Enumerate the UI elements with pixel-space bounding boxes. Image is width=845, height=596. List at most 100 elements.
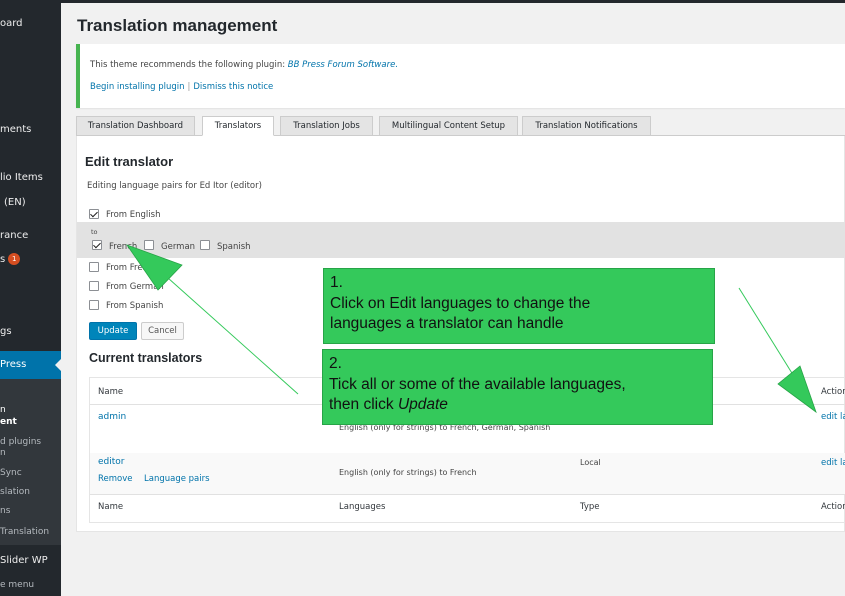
- edit-languages-link[interactable]: edit la: [821, 458, 845, 468]
- to-french-checkbox[interactable]: [92, 240, 102, 250]
- notice-text: This theme recommends the following plug…: [90, 60, 286, 70]
- tab-label: Translation Notifications: [535, 121, 638, 131]
- submenu-label: Translation: [0, 527, 50, 537]
- column-footer-name[interactable]: Name: [98, 502, 123, 512]
- from-english-label: From English: [106, 210, 161, 220]
- edit-languages-link[interactable]: edit la: [821, 412, 845, 422]
- to-languages-row: to French German Spanish: [77, 222, 845, 258]
- sidebar-item-label: Press: [0, 359, 27, 370]
- notice-links: Begin installing plugin | Dismiss this not…: [90, 82, 273, 92]
- tab-bar: Translation Dashboard Translators Transl…: [76, 116, 845, 136]
- column-header-name[interactable]: Name: [98, 387, 123, 397]
- sidebar-item-portfolio[interactable]: lio Items: [0, 172, 43, 183]
- from-spanish-label: From Spanish: [106, 301, 164, 311]
- from-german-label: From German: [106, 282, 164, 292]
- from-french-label: From French: [106, 263, 159, 273]
- dismiss-notice-link[interactable]: Dismiss this notice: [193, 82, 273, 92]
- column-footer-actions: Action: [821, 502, 845, 512]
- from-english-checkbox[interactable]: [89, 209, 99, 219]
- sidebar-item-settings[interactable]: gs: [0, 326, 12, 337]
- tab-multilingual-content-setup[interactable]: Multilingual Content Setup: [379, 116, 518, 136]
- submenu-item-translation-management[interactable]: n: [0, 405, 6, 415]
- admin-bar: [61, 0, 845, 3]
- current-translators-heading: Current translators: [89, 351, 203, 365]
- from-spanish-checkbox[interactable]: [89, 300, 99, 310]
- tab-translation-jobs[interactable]: Translation Jobs: [280, 116, 373, 136]
- callout-step-2-number: 2.: [329, 355, 342, 372]
- submenu-label: slation: [0, 487, 30, 497]
- update-count-badge: 1: [8, 253, 21, 265]
- sidebar-item-comments[interactable]: ments: [0, 124, 31, 135]
- language-pairs-link[interactable]: Language pairs: [144, 474, 210, 484]
- callout-step-2-line-1: Tick all or some of the available langua…: [329, 375, 626, 393]
- link-separator: |: [187, 82, 191, 92]
- submenu-item-sync[interactable]: Sync: [0, 468, 22, 478]
- from-french-checkbox[interactable]: [89, 262, 99, 272]
- sidebar-item-slider[interactable]: Slider WP: [0, 555, 48, 566]
- translator-type: Local: [580, 458, 601, 467]
- sidebar-item-label: gs: [0, 326, 12, 337]
- tab-label: Translation Jobs: [293, 121, 360, 131]
- begin-installing-link[interactable]: Begin installing plugin: [90, 82, 184, 92]
- submenu-item-plugins-2[interactable]: n: [0, 448, 6, 458]
- sidebar-item-label: s: [0, 254, 6, 265]
- submenu-label: Sync: [0, 468, 22, 478]
- notice-message: This theme recommends the following plug…: [90, 60, 398, 70]
- plugin-link[interactable]: BB Press Forum Software.: [288, 60, 398, 70]
- sidebar-item-label: rance: [0, 230, 29, 241]
- submenu-label: n: [0, 405, 6, 415]
- collapse-menu-button[interactable]: e menu: [0, 580, 34, 590]
- tab-label: Multilingual Content Setup: [391, 121, 506, 131]
- footer-divider: [90, 494, 845, 495]
- submenu-label: ns: [0, 506, 11, 516]
- update-button[interactable]: Update: [89, 322, 137, 340]
- submenu-item-options[interactable]: ns: [0, 506, 10, 516]
- submenu-item-translation-management-2[interactable]: ent: [0, 417, 17, 427]
- callout-step-1-line-2: languages a translator can handle: [330, 315, 564, 332]
- sidebar-item-label: e menu: [0, 580, 35, 590]
- sidebar-item-label: lio Items: [0, 172, 43, 183]
- remove-link[interactable]: Remove: [98, 474, 133, 484]
- tab-translation-dashboard[interactable]: Translation Dashboard: [76, 116, 195, 136]
- callout-step-2-line-2: then click Update: [329, 395, 706, 416]
- submenu-item-string-translation[interactable]: Translation: [0, 527, 49, 537]
- column-footer-type: Type: [580, 502, 600, 512]
- translator-name-link[interactable]: editor: [98, 457, 125, 467]
- sidebar-item-plugins[interactable]: s1: [0, 253, 21, 265]
- to-spanish-checkbox[interactable]: [200, 240, 210, 250]
- sidebar-item-dashboard[interactable]: oard: [0, 18, 23, 29]
- table-row: editor Remove Language pairs English (on…: [90, 453, 845, 494]
- callout-step-2: 2. Tick all or some of the available lan…: [322, 349, 713, 425]
- cancel-button[interactable]: Cancel: [141, 322, 184, 340]
- callout-step-1-number: 1.: [330, 274, 343, 291]
- translator-name-link[interactable]: admin: [98, 412, 126, 422]
- to-spanish-label: Spanish: [217, 242, 251, 252]
- submenu-label: n: [0, 448, 6, 458]
- tab-label: Translators: [214, 121, 262, 131]
- sidebar-item-appearance[interactable]: rance: [0, 230, 28, 241]
- from-german-checkbox[interactable]: [89, 281, 99, 291]
- sidebar-item-language[interactable]: (EN): [4, 197, 26, 208]
- tab-translation-notifications[interactable]: Translation Notifications: [522, 116, 651, 136]
- admin-sidebar: oard ments lio Items (EN) rance s1 gs Pr…: [0, 0, 61, 596]
- plugin-notice: This theme recommends the following plug…: [76, 44, 845, 108]
- tab-translators[interactable]: Translators: [202, 116, 274, 136]
- tab-label: Translation Dashboard: [87, 121, 184, 131]
- callout-step-2-emphasis: Update: [397, 396, 448, 413]
- column-footer-languages: Languages: [339, 502, 386, 512]
- to-german-label: German: [161, 242, 196, 252]
- to-french-label: French: [109, 242, 138, 252]
- sidebar-submenu: n ent d plugins n Sync slation ns Transl…: [0, 379, 61, 545]
- column-header-actions: Action: [821, 387, 845, 397]
- sidebar-item-label: Slider WP: [0, 555, 48, 566]
- submenu-item-plugins[interactable]: d plugins: [0, 437, 41, 447]
- sidebar-item-label: (EN): [4, 197, 26, 208]
- to-label: to: [91, 228, 98, 236]
- submenu-label: d plugins: [0, 437, 42, 447]
- to-german-checkbox[interactable]: [144, 240, 154, 250]
- sidebar-item-wpml[interactable]: Press: [0, 359, 26, 370]
- edit-translator-description: Editing language pairs for Ed Itor (edit…: [87, 181, 262, 191]
- submenu-item-translation[interactable]: slation: [0, 487, 30, 497]
- page-title: Translation management: [77, 16, 278, 35]
- translator-languages: English (only for strings) to French: [339, 468, 477, 477]
